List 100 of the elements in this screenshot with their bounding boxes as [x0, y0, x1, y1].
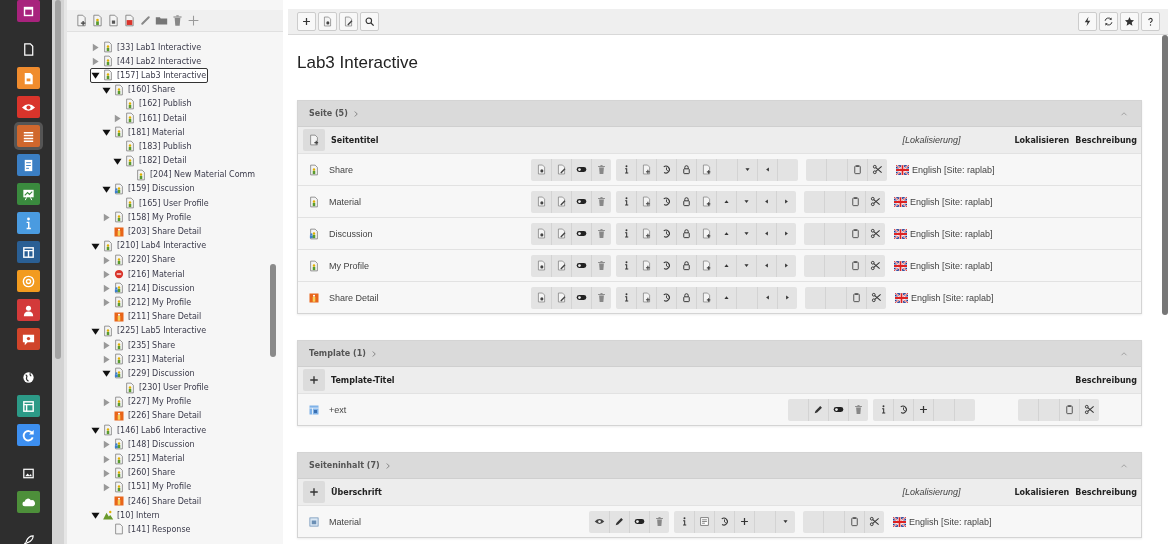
caret-right-icon[interactable]	[102, 213, 111, 223]
record-title[interactable]: My Profile	[329, 260, 369, 271]
caret-down-icon[interactable]	[102, 85, 111, 95]
tree-item[interactable]: [160] Share	[101, 82, 178, 97]
record-title[interactable]: Material	[329, 196, 361, 207]
record-title[interactable]: Share	[329, 164, 354, 175]
tree-item[interactable]: [146] Lab6 Interactive	[90, 423, 209, 438]
tree-item[interactable]: [44] Lab2 Interactive	[90, 54, 204, 69]
caret-right-icon[interactable]	[102, 482, 111, 492]
new-record-button[interactable]	[303, 129, 325, 151]
caret-right-icon[interactable]	[102, 468, 111, 478]
new-record-button[interactable]	[303, 369, 325, 391]
tree-item[interactable]: [183] Publish	[112, 139, 194, 154]
scrollbar-thumb[interactable]	[55, 0, 61, 359]
toolbar-button[interactable]	[360, 12, 379, 31]
tree-item[interactable]: [203] Share Detail	[101, 224, 204, 239]
tree-item[interactable]: [214] Discussion	[101, 281, 197, 296]
caret-down-icon[interactable]	[102, 369, 111, 379]
tree-item[interactable]: [181] Material	[101, 125, 187, 140]
caret-right-icon[interactable]	[102, 298, 111, 308]
tree-item[interactable]: [10] Intern	[90, 508, 162, 523]
page-icon	[21, 41, 36, 57]
caret-down-icon[interactable]	[102, 184, 111, 194]
tree-item[interactable]: [235] Share	[101, 337, 178, 353]
folder-icon[interactable]	[155, 14, 168, 27]
page-icon[interactable]	[107, 14, 120, 27]
tree-item[interactable]: [229] Discussion	[101, 366, 197, 381]
tree-item[interactable]: [33] Lab1 Interactive	[90, 40, 204, 55]
page-edit-icon	[556, 260, 567, 271]
page-plus-icon[interactable]	[75, 14, 88, 27]
tree-item[interactable]: [161] Detail	[112, 110, 189, 126]
page-stop-icon[interactable]	[123, 14, 136, 27]
tree-item[interactable]: [158] My Profile	[101, 210, 194, 225]
page-icon	[113, 83, 125, 96]
tree-item[interactable]: [182] Detail	[112, 153, 189, 168]
caret-down-icon[interactable]	[91, 71, 100, 81]
tree-item[interactable]: [162] Publish	[112, 96, 194, 111]
tree-item[interactable]: [231] Material	[101, 352, 187, 367]
module-button[interactable]	[17, 241, 40, 263]
caret-right-icon[interactable]	[113, 114, 122, 124]
record-title[interactable]: Share Detail	[329, 292, 379, 303]
scrollbar-thumb[interactable]	[270, 264, 276, 357]
record-title[interactable]: +ext	[329, 404, 347, 415]
caret-right-icon[interactable]	[102, 397, 111, 407]
tree-item[interactable]: [159] Discussion	[101, 181, 197, 197]
tree-item[interactable]: [227] My Profile	[101, 394, 194, 409]
tree-item[interactable]: [226] Share Detail	[101, 408, 204, 424]
toggle-icon	[634, 516, 645, 527]
record-title[interactable]: Material	[329, 516, 361, 527]
caret-right-icon[interactable]	[102, 341, 111, 351]
tree-item[interactable]: [251] Material	[101, 451, 187, 466]
panel-title[interactable]: Template (1)	[309, 349, 366, 358]
toolbar-button[interactable]	[297, 12, 316, 31]
caret-right-icon[interactable]	[102, 255, 111, 265]
scrollbar-thumb[interactable]	[1162, 35, 1168, 315]
trash-icon[interactable]	[171, 14, 184, 27]
module-button[interactable]	[17, 0, 40, 22]
divider-icon[interactable]	[187, 14, 200, 27]
tree-item[interactable]: [210] Lab4 Interactive	[90, 238, 209, 253]
caret-right-icon[interactable]	[102, 454, 111, 464]
caret-down-icon[interactable]	[91, 511, 100, 521]
page-view-icon	[322, 16, 333, 27]
page-icon	[102, 41, 114, 54]
toolbar-button[interactable]	[1120, 12, 1139, 31]
link-icon[interactable]	[139, 14, 152, 27]
tree-item[interactable]: [220] Share	[101, 252, 178, 267]
caret-right-icon[interactable]	[102, 440, 111, 450]
tree-item[interactable]: [165] User Profile	[112, 196, 211, 211]
tree-item[interactable]: [148] Discussion	[101, 437, 197, 452]
caret-down-icon[interactable]	[91, 326, 100, 336]
caret-right-icon[interactable]	[91, 43, 100, 53]
tree-item[interactable]: [157] Lab3 Interactive	[90, 68, 209, 83]
caret-down-icon[interactable]	[91, 426, 100, 436]
tree-item[interactable]: [225] Lab5 Interactive	[90, 323, 209, 338]
tree-item[interactable]: [204] New Material Comm	[123, 167, 258, 182]
tree-item[interactable]: [211] Share Detail	[101, 309, 204, 324]
toolbar-button[interactable]	[1099, 12, 1118, 31]
panel-title[interactable]: Seite (5)	[309, 109, 348, 118]
tree-item[interactable]: [151] My Profile	[101, 479, 194, 494]
record-title[interactable]: Discussion	[329, 228, 373, 239]
tree-item[interactable]: [260] Share	[101, 465, 178, 480]
people-icon	[113, 282, 125, 295]
caret-down-icon[interactable]	[102, 128, 111, 138]
tree-item[interactable]: [246] Share Detail	[101, 494, 204, 509]
page-icon	[308, 163, 320, 176]
caret-down-icon[interactable]	[113, 156, 122, 166]
tree-item[interactable]: [216] Material	[101, 267, 187, 282]
page-view-icon	[535, 164, 547, 175]
caret-right-icon[interactable]	[102, 270, 111, 280]
new-record-button[interactable]	[303, 481, 325, 503]
caret-right-icon[interactable]	[91, 57, 100, 67]
tree-item[interactable]: [212] My Profile	[101, 295, 194, 310]
panel-title[interactable]: Seiteninhalt (7)	[309, 461, 380, 470]
caret-down-icon[interactable]	[91, 241, 100, 251]
toolbar-button[interactable]	[1078, 12, 1097, 31]
tree-item[interactable]: [141] Response	[101, 522, 193, 537]
caret-right-icon[interactable]	[102, 355, 111, 365]
caret-right-icon[interactable]	[102, 284, 111, 294]
tree-item[interactable]: [230] User Profile	[112, 380, 211, 395]
trash-icon	[596, 292, 607, 303]
